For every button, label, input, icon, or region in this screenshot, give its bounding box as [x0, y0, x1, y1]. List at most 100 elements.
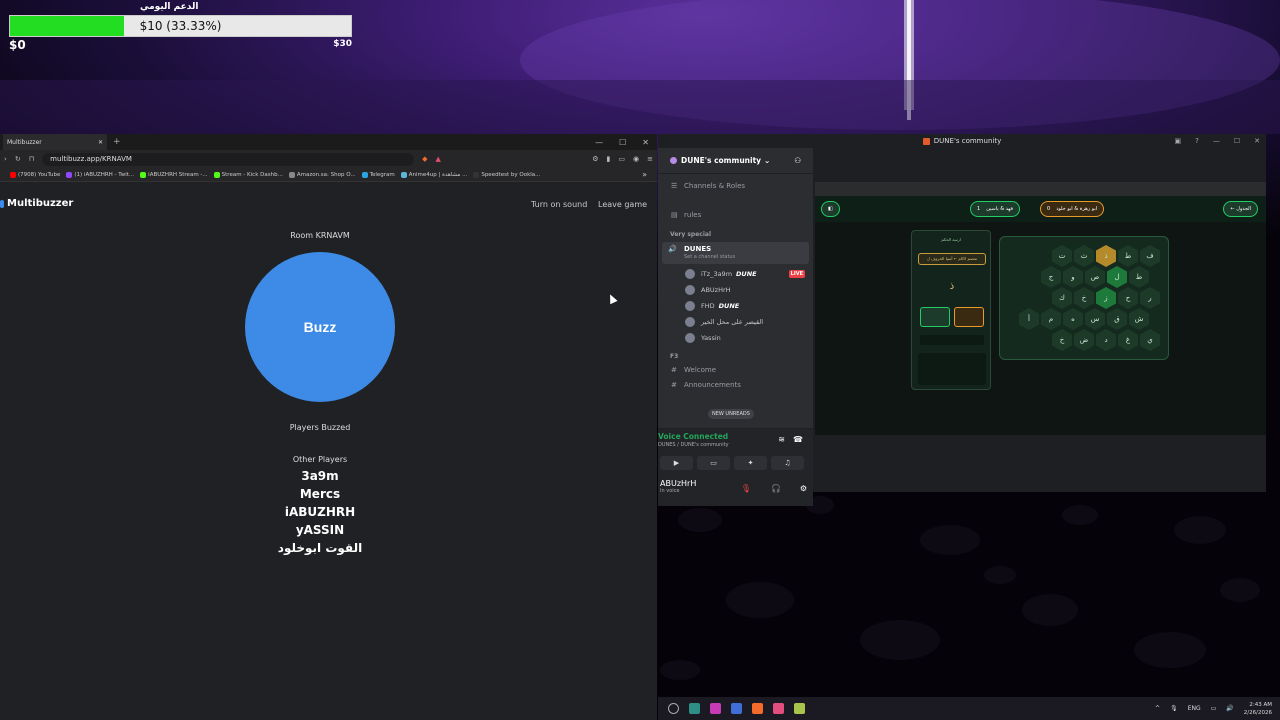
- voice-user[interactable]: ABUzHrH: [658, 282, 813, 298]
- microphone-icon[interactable]: 🎙: [1170, 705, 1178, 712]
- bookmark-favicon-icon: [473, 171, 480, 178]
- inbox-icon[interactable]: ▣: [1175, 137, 1182, 145]
- reload-icon[interactable]: ↻: [15, 155, 21, 163]
- channel-announcements[interactable]: # Announcements: [658, 377, 813, 392]
- voice-channel-status[interactable]: Set a channel status: [684, 254, 809, 260]
- letter-hex: ش: [1129, 308, 1149, 330]
- new-unreads-pill[interactable]: NEW UNREADS: [708, 409, 754, 419]
- brave-shield-icon[interactable]: ◆: [422, 155, 427, 163]
- buzz-button[interactable]: Buzz: [245, 252, 395, 402]
- camera-icon[interactable]: ▶: [660, 456, 693, 470]
- channels-roles-item[interactable]: ☰ Channels & Roles: [658, 178, 813, 193]
- disconnect-icon[interactable]: ☎: [793, 435, 803, 444]
- team-left-pill: 0 ابو زهرة & ابو خلود: [1040, 201, 1105, 217]
- channel-rules[interactable]: ▤ rules: [658, 207, 813, 222]
- voice-location[interactable]: DUNES / DUNE's community: [658, 442, 729, 448]
- voice-user-name: القيصر على محل الخير: [701, 318, 764, 326]
- voice-connected-label: Voice Connected: [658, 432, 729, 441]
- server-icon: [922, 137, 930, 145]
- voice-user[interactable]: القيصر على محل الخير: [658, 314, 813, 330]
- stream-view[interactable]: ◧ 1 فهد & ياسين 0 ابو زهرة & ابو خلود ← …: [815, 182, 1266, 435]
- wallet-icon[interactable]: ▭: [618, 155, 625, 163]
- activities-icon[interactable]: ✦: [734, 456, 767, 470]
- voice-user[interactable]: FHD DUNE: [658, 298, 813, 314]
- maximize-icon[interactable]: ☐: [619, 138, 626, 147]
- donation-progress-bar: $10 (33.33%): [9, 15, 352, 37]
- tab-title: Multibuzzer: [7, 138, 42, 146]
- menu-icon[interactable]: ≡: [647, 155, 653, 163]
- avatar: [685, 301, 695, 311]
- channel-welcome[interactable]: # Welcome: [658, 362, 813, 377]
- browser-tab[interactable]: Multibuzzer ✕: [3, 134, 107, 150]
- turn-on-sound-button[interactable]: Turn on sound: [531, 200, 587, 209]
- obs-icon[interactable]: [710, 703, 721, 714]
- clock[interactable]: 2:43 AM 2/26/2026: [1244, 701, 1272, 717]
- bookmark-favicon-icon: [288, 171, 295, 178]
- new-tab-icon[interactable]: +: [113, 137, 121, 147]
- bookmark-item[interactable]: Speedtest by Ookla...: [473, 171, 540, 178]
- letter-hex: ط: [1118, 245, 1138, 267]
- minimize-icon[interactable]: —: [595, 138, 603, 147]
- bookmark-favicon-icon: [213, 171, 220, 178]
- help-icon[interactable]: ?: [1195, 137, 1199, 145]
- bookmark-item[interactable]: (7908) YouTube: [10, 171, 60, 178]
- category-very-special[interactable]: Very special: [658, 228, 813, 240]
- multibuzzer-logo[interactable]: Multibuzzer: [0, 198, 73, 209]
- bookmark-item[interactable]: Telegram: [361, 171, 395, 178]
- user-panel[interactable]: ABUzHrH In voice 🎙 🎧 ⚙: [658, 476, 813, 506]
- bookmark-item[interactable]: iABUZHRH Stream -...: [140, 171, 208, 178]
- vpn-app-icon[interactable]: [731, 703, 742, 714]
- forward-icon[interactable]: ›: [4, 155, 7, 163]
- voice-user[interactable]: Yassin: [658, 330, 813, 346]
- url-field[interactable]: multibuzz.app/KRNAVM: [42, 152, 415, 166]
- avatar: [685, 285, 695, 295]
- app-icon[interactable]: [773, 703, 784, 714]
- maximize-icon[interactable]: ☐: [1234, 137, 1240, 145]
- voice-connection-panel: Voice Connected DUNES / DUNE's community…: [658, 428, 813, 476]
- bookmark-item[interactable]: (1) iABUZHRH - Twit...: [66, 171, 134, 178]
- rewards-icon[interactable]: ▲: [436, 155, 441, 163]
- taskview-icon[interactable]: [668, 703, 679, 714]
- category-f3[interactable]: F3: [658, 350, 813, 362]
- address-bar-row: › ↻ ⊓ multibuzz.app/KRNAVM ◆ ▲ ⚙ ▮ ▭ ◉ ≡: [0, 150, 657, 168]
- leave-game-button[interactable]: Leave game: [598, 200, 647, 209]
- channels-roles-label: Channels & Roles: [684, 181, 746, 190]
- minimize-icon[interactable]: —: [1213, 137, 1220, 145]
- server-header[interactable]: DUNE's community ⌄ ⚇: [658, 148, 813, 174]
- close-window-icon[interactable]: ✕: [642, 138, 649, 147]
- bookmark-item[interactable]: Amazon.sa: Shop O...: [288, 171, 356, 178]
- close-window-icon[interactable]: ✕: [1254, 137, 1260, 145]
- mute-icon[interactable]: 🎙: [741, 484, 751, 493]
- more-bookmarks-icon[interactable]: »: [642, 170, 647, 179]
- voice-user-list: iTz_3a9m DUNE LIVE ABUzHrH FHD DUNE القيصر على…: [658, 266, 813, 346]
- invite-icon[interactable]: ⚇: [794, 156, 801, 165]
- letter-hex: ر: [1140, 287, 1160, 309]
- bookmark-item[interactable]: Stream - Kick Dashb...: [213, 171, 283, 178]
- username: ABUzHrH: [660, 479, 697, 488]
- letter-hex: ز: [1096, 287, 1116, 309]
- live-badge: LIVE: [788, 270, 805, 278]
- bookmark-icon[interactable]: ⊓: [29, 155, 34, 163]
- judge-panel: ارسة الحكم متصم لاكام ← أسيا الحروف ل ذ: [911, 230, 991, 390]
- stream-scorebar: ◧ 1 فهد & ياسين 0 ابو زهرة & ابو خلود ← …: [815, 196, 1266, 222]
- chevron-up-icon[interactable]: ^: [1155, 705, 1160, 712]
- close-tab-icon[interactable]: ✕: [98, 139, 103, 146]
- xbox-icon[interactable]: [689, 703, 700, 714]
- brave-icon[interactable]: [752, 703, 763, 714]
- network-icon[interactable]: ▭: [1211, 705, 1217, 712]
- judge-panel-button: متصم لاكام ← أسيا الحروف ل: [918, 253, 986, 265]
- screen-share-icon[interactable]: ▭: [697, 456, 730, 470]
- headphones-icon[interactable]: 🎧: [771, 484, 781, 493]
- noise-suppression-icon[interactable]: ≋: [778, 435, 785, 444]
- volume-icon[interactable]: 🔊: [1226, 705, 1233, 712]
- discord-app-icon[interactable]: [794, 703, 805, 714]
- extension-icon[interactable]: ⚙: [592, 155, 598, 163]
- gear-icon[interactable]: ⚙: [800, 484, 807, 493]
- voice-user[interactable]: iTz_3a9m DUNE LIVE: [658, 266, 813, 282]
- language-indicator[interactable]: ENG: [1188, 705, 1201, 712]
- voice-channel-dunes[interactable]: 🔊 DUNES Set a channel status: [662, 242, 809, 264]
- soundboard-icon[interactable]: ♫: [771, 456, 804, 470]
- bookmark-item[interactable]: Anime4up | مشاهدة ...: [400, 171, 467, 178]
- sidebar-icon[interactable]: ▮: [607, 155, 611, 163]
- vpn-icon[interactable]: ◉: [633, 155, 639, 163]
